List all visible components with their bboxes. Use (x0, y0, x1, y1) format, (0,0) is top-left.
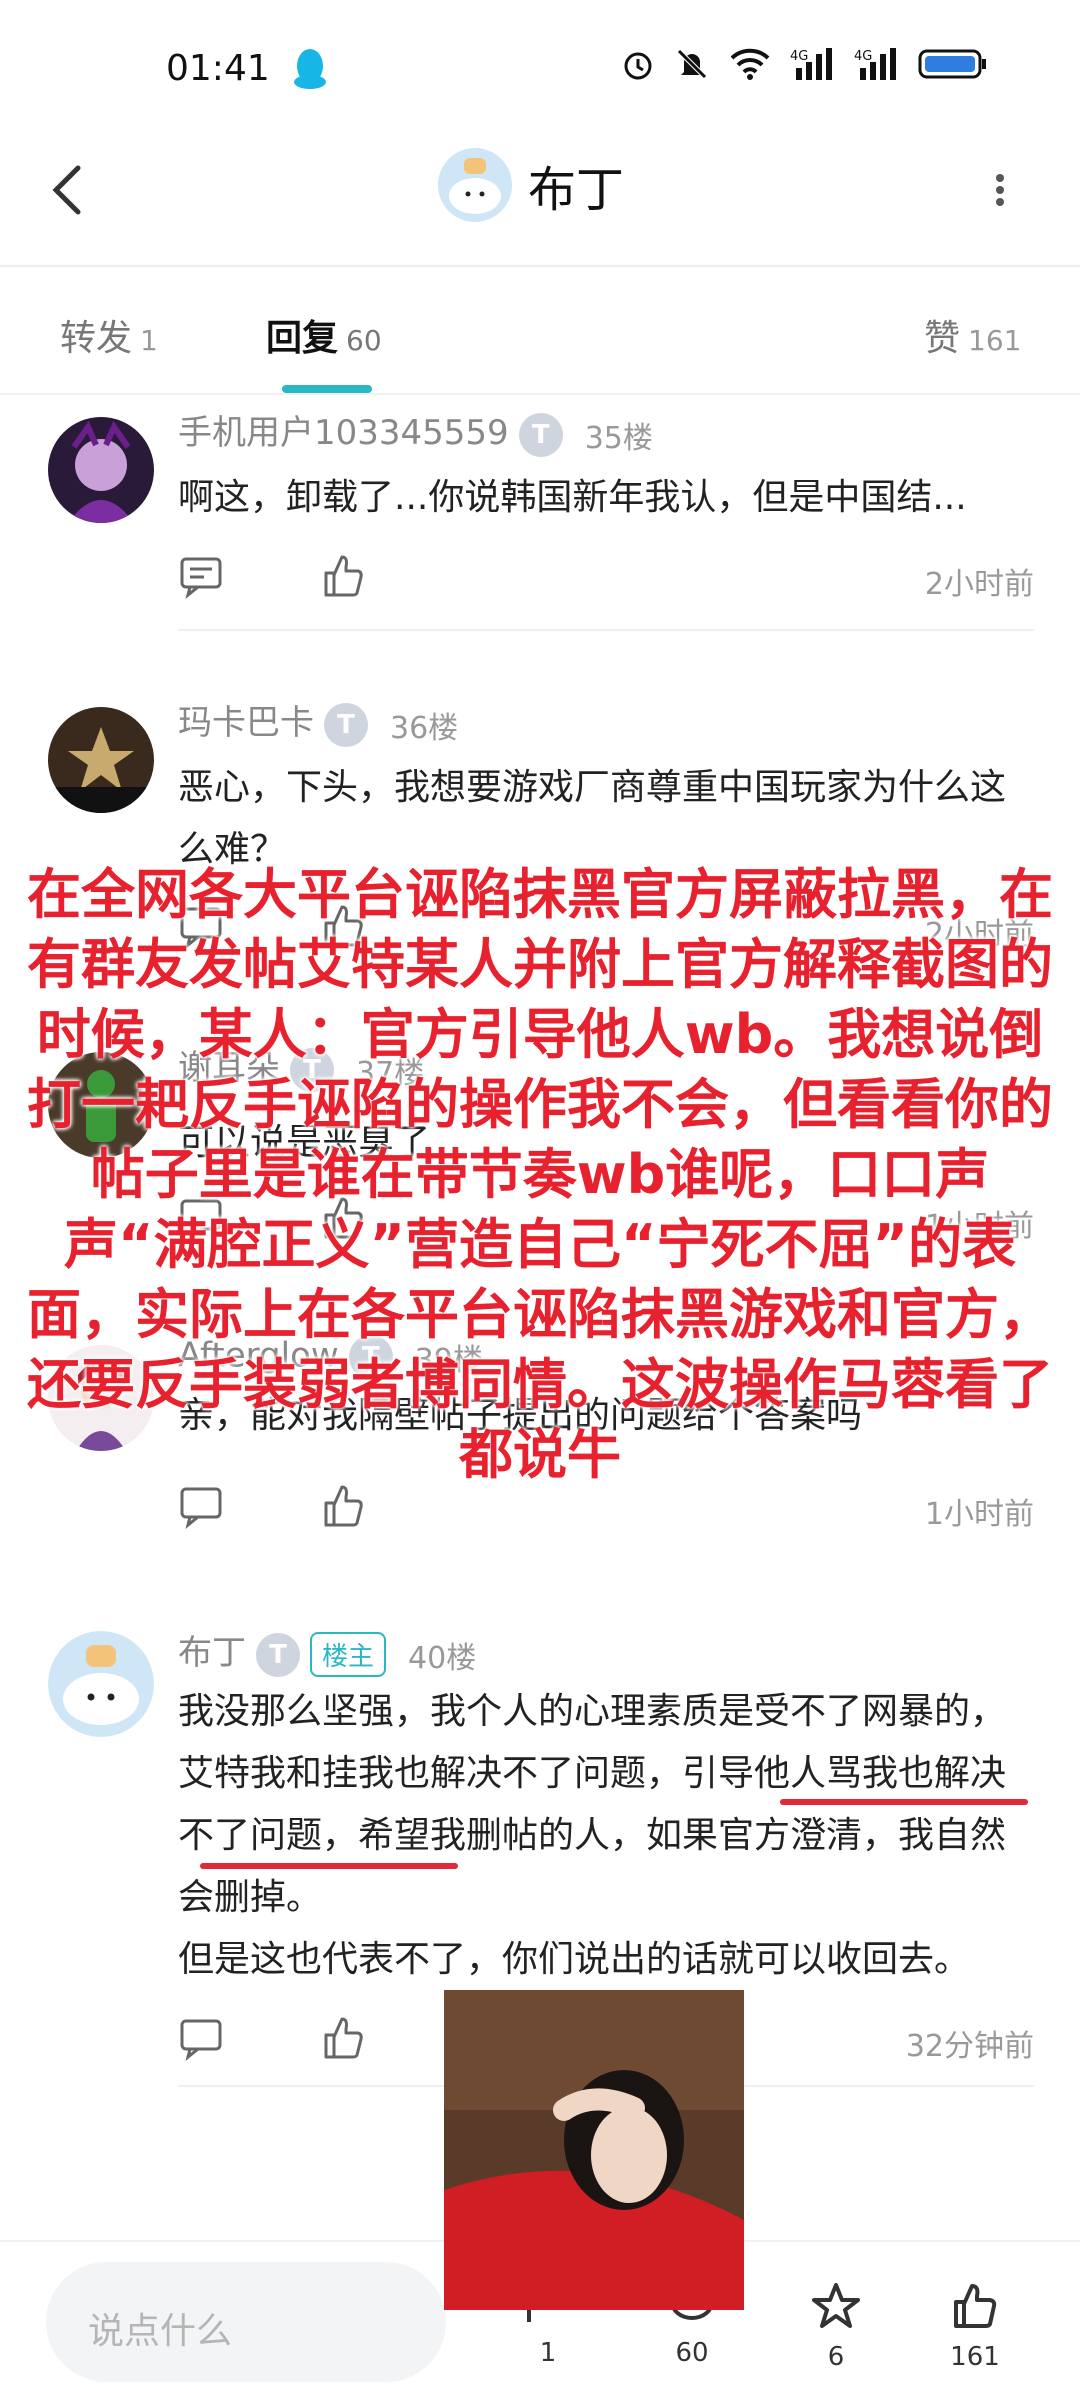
tab-count: 161 (968, 324, 1022, 357)
comment-count: 60 (675, 2338, 709, 2368)
favorite-button[interactable]: 6 (796, 2282, 876, 2372)
star-icon (812, 2283, 860, 2328)
page-title: 布丁 (528, 162, 625, 218)
red-underline-mark (200, 1863, 458, 1869)
more-button[interactable] (990, 160, 1010, 220)
mute-icon (674, 46, 710, 86)
tab-replies[interactable]: 回复 60 (266, 309, 382, 361)
reply-paragraph: 我没那么坚强，我个人的心理素质是受不了网暴的，艾特我和挂我也解决不了问题，引导他… (178, 1691, 1007, 1918)
floor-number: 40楼 (408, 1640, 477, 1676)
chevron-left-icon (52, 165, 81, 215)
comment-input[interactable]: 说点什么 (46, 2262, 446, 2382)
tab-label: 转发 (60, 318, 133, 359)
back-button[interactable] (44, 160, 94, 220)
reply-time: 1小时前 (924, 1497, 1034, 1532)
status-bar: 01:41 4G 4G (0, 0, 1080, 130)
floor-number: 35楼 (584, 420, 653, 456)
username[interactable]: 布丁 (178, 1633, 246, 1673)
status-icons: 4G 4G (620, 46, 988, 86)
alarm-icon (620, 46, 656, 86)
tab-repost[interactable]: 转发 1 (60, 309, 158, 361)
signal-4g-icon: 4G (790, 46, 836, 86)
red-underline-mark (780, 1799, 1028, 1805)
reply-actions: 2小时前 (178, 553, 1034, 603)
level-badge: T (518, 412, 563, 457)
like-count: 161 (950, 2342, 1000, 2372)
reply-content[interactable]: 啊这，卸载了...你说韩国新年我认，但是中国结... (178, 467, 1028, 529)
signal-4g-icon-2: 4G (854, 46, 900, 86)
svg-text:4G: 4G (854, 49, 872, 64)
tab-label: 回复 (266, 318, 339, 359)
thumbs-up-icon[interactable] (320, 553, 366, 599)
avatar[interactable] (48, 417, 154, 523)
wifi-icon (728, 46, 772, 86)
more-vertical-icon (996, 174, 1004, 206)
svg-text:4G: 4G (790, 49, 808, 64)
pasted-photo (444, 1990, 744, 2310)
tab-bar: 转发 1 回复 60 赞 161 (0, 265, 1080, 395)
tab-label: 赞 (924, 318, 961, 359)
comment-icon[interactable] (178, 553, 224, 599)
reply-content[interactable]: 我没那么坚强，我个人的心理素质是受不了网暴的，艾特我和挂我也解决不了问题，引导他… (178, 1681, 1028, 1991)
battery-icon (918, 46, 988, 86)
overlay-annotation-text: 在全网各大平台诬陷抹黑官方屏蔽拉黑，在有群友发帖艾特某人并附上官方解释截图的时候… (27, 863, 1053, 1486)
comment-input-placeholder: 说点什么 (88, 2311, 233, 2352)
share-count: 1 (539, 2338, 557, 2368)
thumbs-up-icon (954, 2284, 997, 2328)
reply-time: 32分钟前 (905, 2029, 1034, 2064)
header-avatar[interactable] (438, 148, 512, 222)
header: 布丁 (0, 130, 1080, 267)
tab-indicator (282, 385, 372, 393)
avatar[interactable] (48, 1631, 154, 1737)
like-button[interactable]: 161 (935, 2282, 1015, 2372)
reply-actions: 1小时前 (178, 1483, 1034, 1533)
divider (178, 629, 1034, 631)
username-row: 玛卡巴卡 T 36楼 (178, 695, 458, 747)
level-badge: T (324, 702, 368, 747)
reply-paragraph: 但是这也代表不了，你们说出的话就可以收回去。 (178, 1939, 971, 1980)
level-badge: T (256, 1632, 300, 1677)
reply-time: 2小时前 (924, 567, 1034, 602)
owner-badge: 楼主 (310, 1632, 387, 1677)
star-count: 6 (827, 2342, 845, 2372)
avatar[interactable] (48, 707, 154, 813)
username[interactable]: 玛卡巴卡 (178, 703, 314, 743)
floor-number: 36楼 (390, 710, 459, 746)
tab-count: 60 (346, 324, 382, 357)
comment-icon[interactable] (178, 2015, 224, 2061)
qq-penguin-icon (290, 46, 330, 96)
thumbs-up-icon[interactable] (320, 2015, 366, 2061)
tab-likes[interactable]: 赞 161 (924, 309, 1021, 361)
username-row: 布丁 T 楼主 40楼 (178, 1625, 476, 1677)
tab-count: 1 (140, 324, 158, 357)
username[interactable]: 手机用户103345559 (178, 413, 509, 453)
username-row: 手机用户103345559 T 35楼 (178, 405, 653, 457)
